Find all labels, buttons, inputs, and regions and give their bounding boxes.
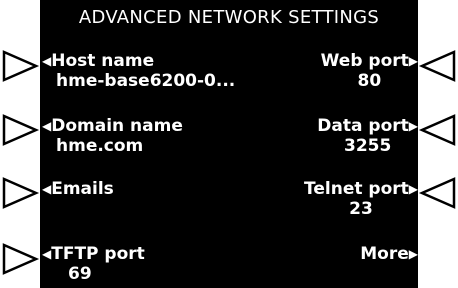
tftp-port-label: TFTP port: [51, 244, 145, 264]
lcd-screen: ADVANCED NETWORK SETTINGS ◀Host name hme…: [40, 0, 418, 288]
right-soft-key-2[interactable]: [418, 110, 458, 150]
left-soft-key-3[interactable]: [0, 173, 40, 213]
small-left-arrow-icon: ◀: [42, 247, 52, 261]
web-port-item[interactable]: Web port▶ 80: [321, 51, 418, 91]
small-right-arrow-icon: ▶: [408, 182, 418, 196]
left-soft-key-4[interactable]: [0, 239, 40, 279]
data-port-label: Data port: [317, 116, 409, 136]
small-left-arrow-icon: ◀: [42, 119, 52, 133]
left-soft-key-2[interactable]: [0, 110, 40, 150]
right-soft-key-1[interactable]: [418, 46, 458, 86]
data-port-item[interactable]: Data port▶ 3255: [317, 116, 418, 156]
right-soft-key-3[interactable]: [418, 173, 458, 213]
screen-title: ADVANCED NETWORK SETTINGS: [78, 7, 380, 28]
triangle-right-outline-icon: [2, 243, 40, 275]
small-right-arrow-icon: ▶: [408, 54, 418, 68]
host-name-label: Host name: [51, 51, 155, 71]
triangle-left-outline-icon: [418, 114, 456, 146]
triangle-right-outline-icon: [2, 114, 40, 146]
data-port-value: 3255: [343, 136, 392, 156]
triangle-right-outline-icon: [2, 50, 40, 82]
tftp-port-item[interactable]: ◀TFTP port 69: [42, 244, 145, 284]
domain-name-label: Domain name: [51, 116, 183, 136]
emails-item[interactable]: ◀Emails: [42, 179, 114, 199]
telnet-port-value: 23: [349, 199, 373, 219]
web-port-value: 80: [357, 71, 382, 91]
small-right-arrow-icon: ▶: [408, 119, 418, 133]
host-name-value: hme-base6200-0...: [56, 71, 236, 91]
host-name-item[interactable]: ◀Host name hme-base6200-0...: [42, 51, 235, 91]
triangle-left-outline-icon: [418, 177, 456, 209]
more-item[interactable]: More▶: [360, 244, 418, 264]
telnet-port-item[interactable]: Telnet port▶ 23: [304, 179, 418, 219]
small-left-arrow-icon: ◀: [42, 54, 52, 68]
domain-name-item[interactable]: ◀Domain name hme.com: [42, 116, 183, 156]
domain-name-value: hme.com: [56, 136, 144, 156]
web-port-label: Web port: [320, 51, 409, 71]
small-left-arrow-icon: ◀: [42, 182, 52, 196]
triangle-left-outline-icon: [418, 50, 456, 82]
emails-label: Emails: [51, 179, 114, 199]
triangle-right-outline-icon: [2, 177, 40, 209]
telnet-port-label: Telnet port: [304, 179, 409, 199]
tftp-port-value: 69: [68, 264, 92, 284]
small-right-arrow-icon: ▶: [408, 247, 418, 261]
more-label: More: [360, 244, 409, 264]
left-soft-key-1[interactable]: [0, 46, 40, 86]
